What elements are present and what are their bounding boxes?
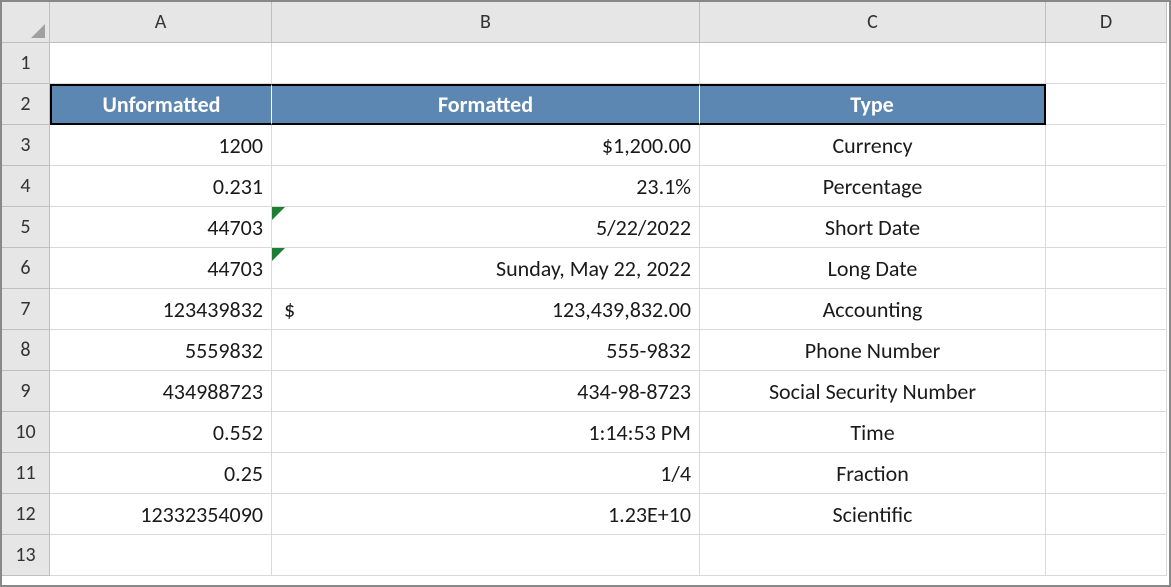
cell-A4[interactable]: 0.231 — [50, 166, 272, 207]
cell-A1[interactable] — [50, 43, 272, 84]
cell-B7-value: 123,439,832.00 — [552, 296, 691, 323]
cell-B11[interactable]: 1/4 — [272, 453, 700, 494]
row-header-13[interactable]: 13 — [2, 535, 50, 576]
col-header-C[interactable]: C — [700, 2, 1046, 43]
cell-B4[interactable]: 23.1% — [272, 166, 700, 207]
cell-A5[interactable]: 44703 — [50, 207, 272, 248]
cell-A10[interactable]: 0.552 — [50, 412, 272, 453]
row-header-5[interactable]: 5 — [2, 207, 50, 248]
row-header-8[interactable]: 8 — [2, 330, 50, 371]
cell-D2[interactable] — [1046, 84, 1167, 125]
row-header-11[interactable]: 11 — [2, 453, 50, 494]
col-header-B[interactable]: B — [272, 2, 700, 43]
col-header-D[interactable]: D — [1046, 2, 1167, 43]
cell-C4[interactable]: Percentage — [700, 166, 1046, 207]
cell-D11[interactable] — [1046, 453, 1167, 494]
cell-B13[interactable] — [272, 535, 700, 576]
cell-D8[interactable] — [1046, 330, 1167, 371]
table-header-type[interactable]: Type — [700, 84, 1046, 125]
table-header-formatted[interactable]: Formatted — [272, 84, 700, 125]
cell-D13[interactable] — [1046, 535, 1167, 576]
row-header-7[interactable]: 7 — [2, 289, 50, 330]
cell-D12[interactable] — [1046, 494, 1167, 535]
cell-D1[interactable] — [1046, 43, 1167, 84]
cell-C1[interactable] — [700, 43, 1046, 84]
cell-D5[interactable] — [1046, 207, 1167, 248]
cell-B10[interactable]: 1:14:53 PM — [272, 412, 700, 453]
row-header-9[interactable]: 9 — [2, 371, 50, 412]
cell-A12[interactable]: 12332354090 — [50, 494, 272, 535]
cell-C10[interactable]: Time — [700, 412, 1046, 453]
row-header-1[interactable]: 1 — [2, 43, 50, 84]
cell-C12[interactable]: Scientific — [700, 494, 1046, 535]
cell-B7[interactable]: $ 123,439,832.00 — [272, 289, 700, 330]
table-header-unformatted[interactable]: Unformatted — [50, 84, 272, 125]
cell-C8[interactable]: Phone Number — [700, 330, 1046, 371]
cell-B6[interactable]: Sunday, May 22, 2022 — [272, 248, 700, 289]
select-all-corner[interactable] — [2, 2, 50, 43]
cell-D7[interactable] — [1046, 289, 1167, 330]
cell-A11[interactable]: 0.25 — [50, 453, 272, 494]
cell-B9[interactable]: 434-98-8723 — [272, 371, 700, 412]
cell-B3[interactable]: $1,200.00 — [272, 125, 700, 166]
cell-A9[interactable]: 434988723 — [50, 371, 272, 412]
row-header-6[interactable]: 6 — [2, 248, 50, 289]
cell-C7[interactable]: Accounting — [700, 289, 1046, 330]
cell-B8[interactable]: 555-9832 — [272, 330, 700, 371]
cell-A3[interactable]: 1200 — [50, 125, 272, 166]
cell-C6[interactable]: Long Date — [700, 248, 1046, 289]
cell-A8[interactable]: 5559832 — [50, 330, 272, 371]
cell-C11[interactable]: Fraction — [700, 453, 1046, 494]
cell-D10[interactable] — [1046, 412, 1167, 453]
cell-A13[interactable] — [50, 535, 272, 576]
row-header-3[interactable]: 3 — [2, 125, 50, 166]
cell-B5[interactable]: 5/22/2022 — [272, 207, 700, 248]
cell-B1[interactable] — [272, 43, 700, 84]
row-header-12[interactable]: 12 — [2, 494, 50, 535]
cell-C13[interactable] — [700, 535, 1046, 576]
col-header-A[interactable]: A — [50, 2, 272, 43]
spreadsheet-grid: A B C D 1 2 Unformatted Formatted Type 3… — [2, 2, 1169, 576]
cell-D9[interactable] — [1046, 371, 1167, 412]
cell-C3[interactable]: Currency — [700, 125, 1046, 166]
row-header-2[interactable]: 2 — [2, 84, 50, 125]
currency-symbol: $ — [280, 296, 295, 323]
cell-D4[interactable] — [1046, 166, 1167, 207]
cell-A6[interactable]: 44703 — [50, 248, 272, 289]
cell-A7[interactable]: 123439832 — [50, 289, 272, 330]
row-header-10[interactable]: 10 — [2, 412, 50, 453]
row-header-4[interactable]: 4 — [2, 166, 50, 207]
cell-C9[interactable]: Social Security Number — [700, 371, 1046, 412]
cell-D3[interactable] — [1046, 125, 1167, 166]
cell-D6[interactable] — [1046, 248, 1167, 289]
cell-C5[interactable]: Short Date — [700, 207, 1046, 248]
cell-B12[interactable]: 1.23E+10 — [272, 494, 700, 535]
